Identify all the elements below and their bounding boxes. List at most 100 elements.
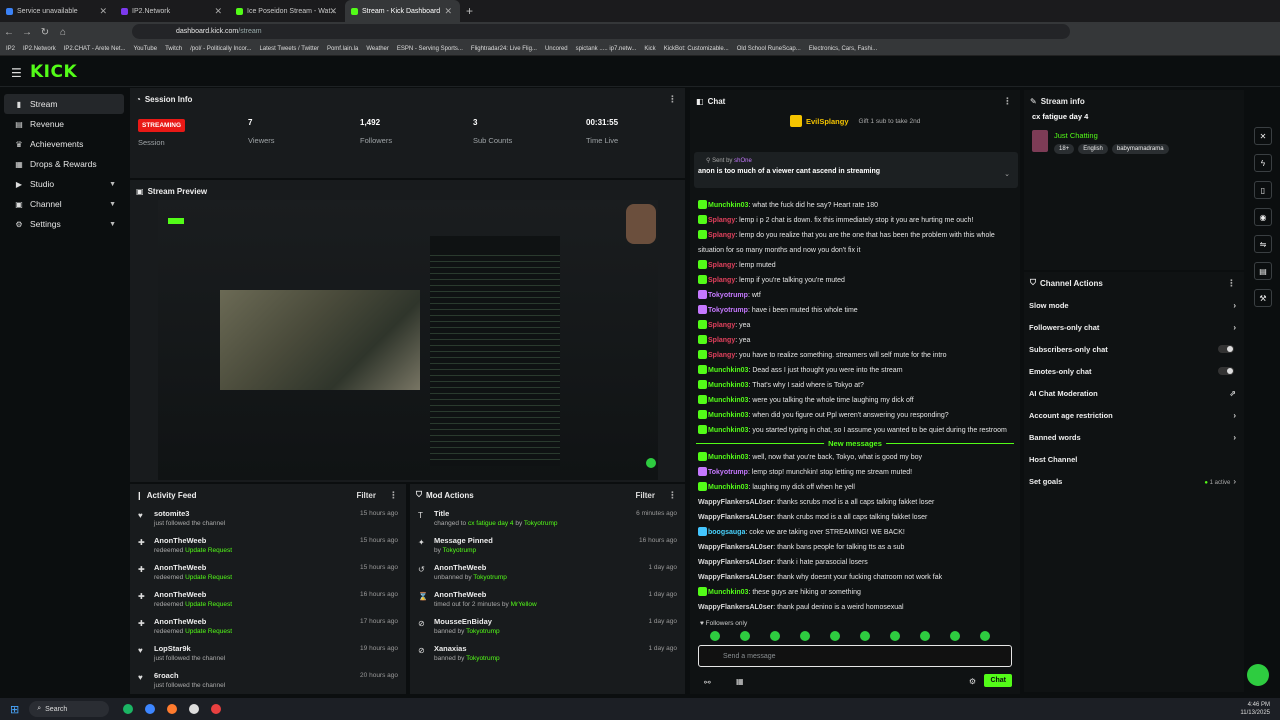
chat-username[interactable]: Munchkin03 <box>708 382 748 389</box>
chat-message[interactable]: Munchkin03: when did you figure out Ppl … <box>690 408 1020 423</box>
chat-message[interactable]: Munchkin03: you started typing in chat, … <box>690 423 1020 438</box>
sidebar-item-revenue[interactable]: ▤ Revenue <box>4 114 124 134</box>
bookmark-item[interactable]: Latest Tweets / Twitter <box>259 46 318 52</box>
bookmark-item[interactable]: /pol/ - Politically Incor... <box>190 46 251 52</box>
chat-username[interactable]: Tokyotrump <box>708 469 748 476</box>
wrench-icon[interactable]: ⚒ <box>1254 289 1272 307</box>
close-tab-icon[interactable]: ✕ <box>444 6 452 17</box>
more-icon[interactable]: ⋮ <box>389 490 398 501</box>
mod-action-row[interactable]: T Title changed to cx fatigue day 4 by Tok… <box>410 506 685 533</box>
bookmark-item[interactable]: ESPN - Serving Sports... <box>397 46 463 52</box>
calendar-icon[interactable]: ▦ <box>736 677 744 686</box>
support-chat-icon[interactable] <box>1247 664 1269 686</box>
sidebar-item-stream[interactable]: ▮ Stream <box>4 94 124 114</box>
chat-message[interactable]: situation for so many months and now you… <box>690 243 1020 258</box>
chat-username[interactable]: Splangy <box>708 337 735 344</box>
channel-action-set-goals[interactable]: Set goals ● 1 active › <box>1024 470 1244 492</box>
forward-icon[interactable]: → <box>18 27 36 38</box>
activity-row[interactable]: ✚ AnonTheWeeb redeemed Update Request 15 ho… <box>130 560 406 587</box>
bookmark-item[interactable]: Old School RuneScap... <box>737 46 801 52</box>
channel-action-account-age-restriction[interactable]: Account age restriction › <box>1024 404 1244 426</box>
chat-message[interactable]: Tokyotrump: wtf <box>690 288 1020 303</box>
channel-action-subscribers-only-chat[interactable]: Subscribers-only chat <box>1024 338 1244 360</box>
moderator-link[interactable]: Tokyotrump <box>466 628 500 635</box>
chat-username[interactable]: WappyFlankersAL0ser <box>698 514 773 521</box>
taskbar-app-icon[interactable] <box>123 704 134 714</box>
toggle-switch[interactable] <box>1218 345 1234 353</box>
chat-message[interactable]: Splangy: lemp muted <box>690 258 1020 273</box>
moderator-link[interactable]: Tokyotrump <box>473 574 507 581</box>
mod-action-row[interactable]: ⌛ AnonTheWeeb timed out for 2 minutes by M… <box>410 587 685 614</box>
chat-username[interactable]: Munchkin03 <box>708 202 748 209</box>
channel-action-followers-only-chat[interactable]: Followers-only chat › <box>1024 316 1244 338</box>
link-icon[interactable]: ⇋ <box>1254 235 1272 253</box>
activity-row[interactable]: ✚ AnonTheWeeb redeemed Update Request 17 ho… <box>130 614 406 641</box>
stream-tag[interactable]: 18+ <box>1054 144 1075 154</box>
close-tab-icon[interactable]: ✕ <box>99 6 107 17</box>
toggle-switch[interactable] <box>1218 367 1234 375</box>
bookmark-item[interactable]: spictank ..... ip7.netw... <box>576 46 637 52</box>
activity-row[interactable]: ♥ LopStar9k just followed the channel 19 ho… <box>130 641 406 668</box>
chat-username[interactable]: Munchkin03 <box>708 367 748 374</box>
chat-bubble-icon[interactable]: ◉ <box>1254 208 1272 226</box>
home-icon[interactable]: ⌂ <box>54 27 72 38</box>
url-field[interactable]: dashboard.kick.com/stream <box>132 24 1070 39</box>
chat-message[interactable]: WappyFlankersAL0ser: thank bans people f… <box>690 540 1020 555</box>
activity-row[interactable]: ✚ AnonTheWeeb redeemed Update Request 16 ho… <box>130 587 406 614</box>
chat-message[interactable]: WappyFlankersAL0ser: thank paul denino i… <box>690 600 1020 615</box>
taskbar-clock[interactable]: 4:46 PM 11/13/2025 <box>1240 701 1270 717</box>
chat-message[interactable]: Tokyotrump: lemp stop! munchkin! stop le… <box>690 465 1020 480</box>
gear-icon[interactable]: ⚙ <box>969 677 976 686</box>
grid-icon[interactable]: ▤ <box>1254 262 1272 280</box>
chat-message[interactable]: Splangy: lemp i p 2 chat is down. fix th… <box>690 213 1020 228</box>
activity-row[interactable]: ♥ 6roach just followed the channel 20 hours… <box>130 668 406 695</box>
reward-link[interactable]: Update Request <box>185 547 232 554</box>
chat-message[interactable]: WappyFlankersAL0ser: thank crubs mod is … <box>690 510 1020 525</box>
chat-username[interactable]: WappyFlankersAL0ser <box>698 499 773 506</box>
reload-icon[interactable]: ↻ <box>36 27 54 38</box>
chat-username[interactable]: Splangy <box>708 262 735 269</box>
chat-message[interactable]: Munchkin03: That's why I said where is T… <box>690 378 1020 393</box>
close-icon[interactable]: ✕ <box>1254 127 1272 145</box>
close-tab-icon[interactable]: ✕ <box>329 6 337 17</box>
mod-action-row[interactable]: ⊘ MousseEnBiday banned by Tokyotrump 1 day … <box>410 614 685 641</box>
kick-logo[interactable]: KICK <box>30 62 77 82</box>
chat-message[interactable]: Splangy: lemp if you're talking you're m… <box>690 273 1020 288</box>
chat-message[interactable]: boogsauga: coke we are taking over STREA… <box>690 525 1020 540</box>
chat-send-button[interactable]: Chat <box>984 674 1012 687</box>
chat-message[interactable]: WappyFlankersAL0ser: thank i hate paraso… <box>690 555 1020 570</box>
activity-row[interactable]: ✚ AnonTheWeeb redeemed Update Request 15 ho… <box>130 533 406 560</box>
chat-message[interactable]: Splangy: lemp do you realize that you ar… <box>690 228 1020 243</box>
stream-tag[interactable]: babymamadrama <box>1111 144 1169 154</box>
mod-action-row[interactable]: ↺ AnonTheWeeb unbanned by Tokyotrump 1 day … <box>410 560 685 587</box>
chat-message[interactable]: Tokyotrump: have i been muted this whole… <box>690 303 1020 318</box>
menu-icon[interactable]: ☰ <box>11 66 22 80</box>
chat-username[interactable]: Splangy <box>708 232 735 239</box>
sidebar-item-achievements[interactable]: ♛ Achievements <box>4 134 124 154</box>
chat-message[interactable]: Splangy: you have to realize something. … <box>690 348 1020 363</box>
stream-preview-video[interactable] <box>158 200 658 480</box>
chat-input[interactable]: Send a message <box>698 645 1012 667</box>
back-icon[interactable]: ← <box>0 27 18 38</box>
emote-icon[interactable] <box>980 631 990 641</box>
bookmark-item[interactable]: Kick <box>644 46 655 52</box>
chat-message[interactable]: Munchkin03: well, now that you're back, … <box>690 450 1020 465</box>
chat-username[interactable]: Splangy <box>708 277 735 284</box>
chat-username[interactable]: Munchkin03 <box>708 412 748 419</box>
chat-message[interactable]: Munchkin03: these guys are hiking or som… <box>690 585 1020 600</box>
emote-icon[interactable] <box>740 631 750 641</box>
stream-tag[interactable]: English <box>1078 144 1108 154</box>
chat-username[interactable]: Munchkin03 <box>708 589 748 596</box>
channel-action-ai-chat-moderation[interactable]: AI Chat Moderation ⇗ <box>1024 382 1244 404</box>
filter-button[interactable]: Filter <box>356 491 376 500</box>
channel-action-banned-words[interactable]: Banned words › <box>1024 426 1244 448</box>
channel-action-host-channel[interactable]: Host Channel <box>1024 448 1244 470</box>
chat-message[interactable]: Munchkin03: what the fuck did he say? He… <box>690 198 1020 213</box>
more-icon[interactable]: ⋮ <box>1227 278 1236 289</box>
taskbar-search[interactable]: ⌕ Search <box>29 701 110 717</box>
mod-action-row[interactable]: ✦ Message Pinned by Tokyotrump 16 hours ago <box>410 533 685 560</box>
windows-start-icon[interactable]: ⊞ <box>10 703 19 716</box>
emote-icon[interactable] <box>860 631 870 641</box>
bookmark-item[interactable]: KickBot: Customizable... <box>664 46 729 52</box>
chat-username[interactable]: WappyFlankersAL0ser <box>698 604 773 611</box>
